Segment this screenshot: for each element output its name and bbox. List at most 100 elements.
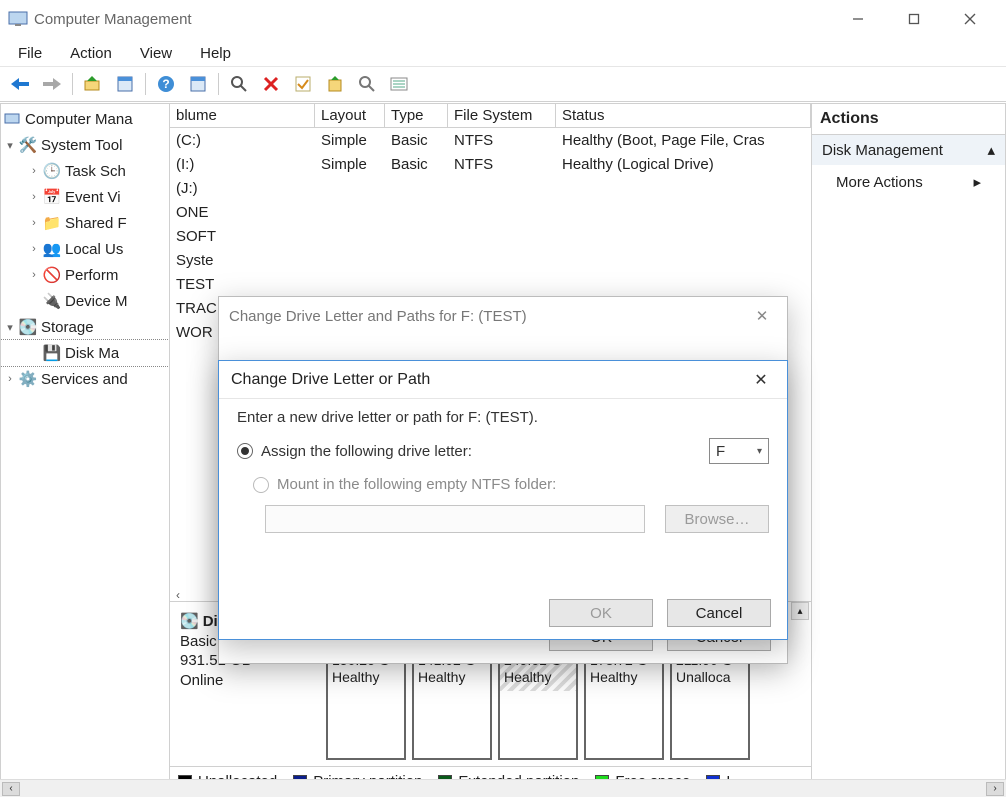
tree-root[interactable]: Computer Mana xyxy=(25,111,133,128)
chevron-up-icon: ▴ xyxy=(987,141,995,159)
refresh-icon[interactable] xyxy=(184,70,212,98)
actions-pane: Actions Disk Management ▴ More Actions ▸ xyxy=(811,103,1006,797)
properties-icon[interactable] xyxy=(111,70,139,98)
tree-shared[interactable]: Shared F xyxy=(65,215,127,232)
find-icon[interactable] xyxy=(353,70,381,98)
radio-assign[interactable] xyxy=(237,443,253,459)
device-icon: 🔌 xyxy=(43,292,61,310)
col-status[interactable]: Status xyxy=(556,104,811,127)
more-actions-label: More Actions xyxy=(836,174,923,191)
toolbar: ? xyxy=(0,66,1006,102)
collapse-icon[interactable]: ▾ xyxy=(5,321,15,334)
tree-storage[interactable]: Storage xyxy=(41,319,94,336)
tree-devman[interactable]: Device M xyxy=(65,293,128,310)
minimize-button[interactable] xyxy=(830,0,886,38)
check-icon[interactable] xyxy=(289,70,317,98)
clock-icon: 🕒 xyxy=(43,162,61,180)
dialog1-close[interactable]: ✕ xyxy=(747,301,777,331)
storage-icon: 💽 xyxy=(19,318,37,336)
opt-mount-label: Mount in the following empty NTFS folder… xyxy=(277,476,556,493)
scroll-right[interactable]: › xyxy=(986,782,1004,796)
window-h-scroll[interactable]: ‹ › xyxy=(0,779,1006,797)
table-row[interactable]: Syste xyxy=(170,248,811,272)
expand-icon[interactable]: › xyxy=(29,191,39,203)
more-actions[interactable]: More Actions ▸ xyxy=(812,165,1005,199)
opt-assign-label: Assign the following drive letter: xyxy=(261,443,472,460)
browse-button: Browse… xyxy=(665,505,769,533)
col-fs[interactable]: File System xyxy=(448,104,556,127)
search-icon[interactable] xyxy=(225,70,253,98)
expand-icon[interactable]: › xyxy=(5,373,15,385)
dialog2-title: Change Drive Letter or Path xyxy=(231,371,430,389)
dialog2-ok[interactable]: OK xyxy=(549,599,653,627)
col-layout[interactable]: Layout xyxy=(315,104,385,127)
dialog2-prompt: Enter a new drive letter or path for F: … xyxy=(237,409,769,426)
disk-icon: 💽 xyxy=(180,612,199,632)
expand-icon[interactable]: › xyxy=(29,243,39,255)
event-icon: 📅 xyxy=(43,188,61,206)
expand-icon[interactable]: › xyxy=(29,165,39,177)
expand-icon[interactable]: › xyxy=(29,217,39,229)
menu-help[interactable]: Help xyxy=(188,43,243,64)
back-button[interactable] xyxy=(6,70,34,98)
table-row[interactable]: (C:)SimpleBasicNTFSHealthy (Boot, Page F… xyxy=(170,128,811,152)
radio-mount[interactable] xyxy=(253,477,269,493)
collapse-icon[interactable]: ▾ xyxy=(5,139,15,152)
table-row[interactable]: SOFT xyxy=(170,224,811,248)
menubar: File Action View Help xyxy=(0,38,1006,66)
help-icon[interactable]: ? xyxy=(152,70,180,98)
tree-eventvwr[interactable]: Event Vi xyxy=(65,189,121,206)
up-icon[interactable] xyxy=(79,70,107,98)
dialog-change-letter: Change Drive Letter or Path ✕ Enter a new… xyxy=(218,360,788,640)
titlebar: Computer Management xyxy=(0,0,1006,38)
tree-services[interactable]: Services and xyxy=(41,371,128,388)
tree-pane[interactable]: Computer Mana ▾🛠️System Tool ›🕒Task Sch … xyxy=(0,103,170,797)
delete-icon[interactable] xyxy=(257,70,285,98)
dialog2-close[interactable]: ✕ xyxy=(747,366,775,394)
disk-status: Online xyxy=(180,671,316,691)
list-icon[interactable] xyxy=(385,70,413,98)
menu-file[interactable]: File xyxy=(6,43,54,64)
svg-text:?: ? xyxy=(162,77,169,91)
disk-scroll[interactable]: ▴ xyxy=(791,602,809,766)
table-row[interactable]: (J:) xyxy=(170,176,811,200)
table-row[interactable]: ONE xyxy=(170,200,811,224)
mount-path-input xyxy=(265,505,645,533)
table-row[interactable]: TEST xyxy=(170,272,811,296)
tree-perf[interactable]: Perform xyxy=(65,267,118,284)
export-icon[interactable] xyxy=(321,70,349,98)
drive-letter-select[interactable]: F▾ xyxy=(709,438,769,464)
close-button[interactable] xyxy=(942,0,998,38)
chevron-down-icon: ▾ xyxy=(757,446,762,457)
menu-view[interactable]: View xyxy=(128,43,184,64)
users-icon: 👥 xyxy=(43,240,61,258)
services-icon: ⚙️ xyxy=(19,370,37,388)
table-header: blume Layout Type File System Status xyxy=(170,104,811,128)
tree-diskmgmt[interactable]: Disk Ma xyxy=(65,345,119,362)
actions-section-label: Disk Management xyxy=(822,142,943,159)
perf-icon: 🚫 xyxy=(43,266,61,284)
diskmgmt-icon: 💾 xyxy=(43,344,61,362)
share-icon: 📁 xyxy=(43,214,61,232)
scroll-left[interactable]: ‹ xyxy=(2,782,20,796)
expand-icon[interactable]: › xyxy=(29,269,39,281)
app-icon xyxy=(8,9,28,29)
actions-section[interactable]: Disk Management ▴ xyxy=(812,135,1005,165)
drive-letter-value: F xyxy=(716,443,725,460)
dialog1-title: Change Drive Letter and Paths for F: (TE… xyxy=(229,308,527,325)
menu-action[interactable]: Action xyxy=(58,43,124,64)
computer-icon xyxy=(3,110,21,128)
tree-systemtools[interactable]: System Tool xyxy=(41,137,122,154)
actions-head: Actions xyxy=(812,104,1005,135)
col-type[interactable]: Type xyxy=(385,104,448,127)
table-row[interactable]: (I:)SimpleBasicNTFSHealthy (Logical Driv… xyxy=(170,152,811,176)
tree-localusers[interactable]: Local Us xyxy=(65,241,123,258)
chevron-right-icon: ▸ xyxy=(973,173,981,191)
col-volume[interactable]: blume xyxy=(170,104,315,127)
dialog2-cancel[interactable]: Cancel xyxy=(667,599,771,627)
tools-icon: 🛠️ xyxy=(19,136,37,154)
maximize-button[interactable] xyxy=(886,0,942,38)
tree-tasksch[interactable]: Task Sch xyxy=(65,163,126,180)
window-title: Computer Management xyxy=(34,11,830,28)
forward-button[interactable] xyxy=(38,70,66,98)
